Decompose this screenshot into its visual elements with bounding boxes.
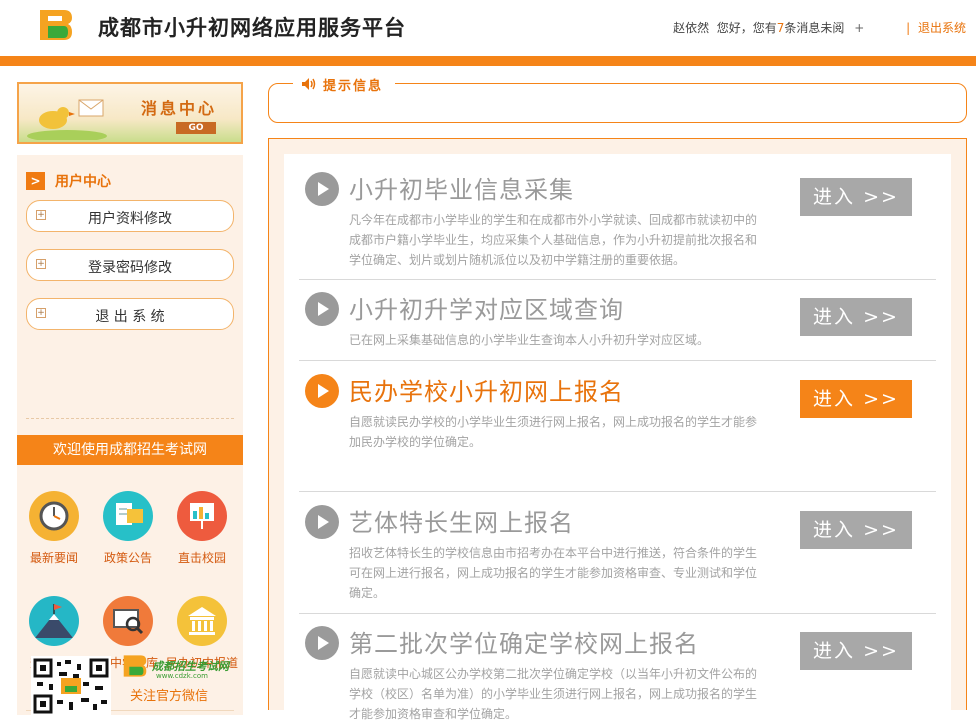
user-name: 赵依然 [673, 21, 710, 35]
play-icon [305, 374, 339, 408]
user-center-header: > 用户中心 [26, 172, 111, 190]
divider [299, 613, 936, 614]
service-item-info-collection: 小升初毕业信息采集 凡今年在成都市小学毕业的学生和在成都市外小学就读、回成都市就… [299, 170, 936, 280]
service-description: 自愿就读中心城区公办学校第二批次学位确定学校（以当年小升初文件公布的学校（校区）… [349, 667, 758, 721]
welcome-banner: 欢迎使用成都招生考试网 [17, 435, 243, 465]
expand-messages-icon[interactable]: + [854, 21, 864, 35]
quick-link-policy[interactable]: 政策公告 [91, 491, 165, 566]
logout-link[interactable]: 退出系统 [918, 21, 966, 35]
main-panel: 小升初毕业信息采集 凡今年在成都市小学毕业的学生和在成都市外小学就读、回成都市就… [268, 138, 967, 721]
brand-logo-icon [123, 655, 147, 677]
quick-link-campus[interactable]: 直击校园 [165, 491, 239, 566]
menu-label: 登录密码修改 [88, 260, 172, 276]
service-title: 小升初升学对应区域查询 [349, 296, 624, 324]
site-title: 成都市小升初网络应用服务平台 [98, 16, 406, 40]
site-logo-icon [40, 10, 72, 40]
brand-logo: 成都招生考试网 www.cdzk.com [122, 654, 229, 682]
separator: | [906, 21, 911, 35]
chevron-right-icon: > [26, 172, 45, 190]
quick-link-label: 最新要闻 [29, 551, 78, 565]
service-title: 小升初毕业信息采集 [349, 176, 574, 204]
play-icon [305, 626, 339, 660]
service-description: 已在网上采集基础信息的小学毕业生查询本人小升初升学对应区域。 [349, 333, 710, 347]
menu-label: 用户资料修改 [88, 211, 172, 227]
enter-button[interactable]: 进入 >> [800, 298, 912, 336]
service-item-second-batch-registration: 第二批次学位确定学校网上报名 自愿就读中心城区公办学校第二批次学位确定学校（以当… [299, 624, 936, 721]
play-icon [305, 505, 339, 539]
notice-header: 提示信息 [293, 75, 396, 94]
service-description: 招收艺体特长生的学校信息由市招考办在本平台中进行推送，符合条件的学生可在网上进行… [349, 546, 758, 600]
notice-box: 提示信息 [268, 75, 967, 123]
enter-button[interactable]: 进入 >> [800, 380, 912, 418]
divider [299, 279, 936, 280]
greeting-prefix: 您好，您有 [716, 21, 777, 35]
greeting-suffix: 条消息未阅 [784, 21, 845, 35]
message-center-banner[interactable]: 消息中心 GO [17, 82, 243, 144]
play-icon [305, 292, 339, 326]
speaker-icon [302, 78, 316, 90]
service-item-district-query: 小升初升学对应区域查询 已在网上采集基础信息的小学毕业生查询本人小升初升学对应区… [299, 290, 936, 362]
message-center-go-button[interactable]: GO [176, 122, 216, 134]
user-area: 赵依然 您好，您有7条消息未阅 + | 退出系统 [673, 19, 966, 36]
quick-link-label: 直击校园 [177, 551, 226, 565]
quick-link-news[interactable]: 最新要闻 [17, 491, 91, 566]
brand-url: www.cdzk.com [156, 672, 208, 680]
presentation-icon [177, 491, 227, 541]
divider [26, 418, 234, 419]
user-center-title: 用户中心 [55, 174, 111, 190]
message-center-title: 消息中心 [141, 99, 218, 118]
header: 成都市小升初网络应用服务平台 赵依然 您好，您有7条消息未阅 + | 退出系统 [0, 0, 976, 56]
monitor-search-icon [103, 596, 153, 646]
enter-button[interactable]: 进入 >> [800, 632, 912, 670]
wechat-qr-code-icon[interactable] [31, 656, 111, 716]
exit-system-button[interactable]: + 退 出 系 统 [26, 298, 234, 330]
notice-title: 提示信息 [323, 78, 384, 94]
service-description: 凡今年在成都市小学毕业的学生和在成都市外小学就读、回成都市就读初中的成都市户籍小… [349, 213, 758, 267]
quick-link-label: 政策公告 [103, 551, 152, 565]
menu-label: 退 出 系 统 [95, 309, 165, 325]
service-item-private-school-registration: 民办学校小升初网上报名 自愿就读民办学校的小学毕业生须进行网上报名，网上成功报名… [299, 372, 936, 492]
header-divider [0, 56, 976, 66]
service-description: 自愿就读民办学校的小学毕业生须进行网上报名，网上成功报名的学生才能参加民办学校的… [349, 415, 758, 449]
play-icon [305, 172, 339, 206]
edit-profile-button[interactable]: + 用户资料修改 [26, 200, 234, 232]
document-icon [103, 491, 153, 541]
change-password-button[interactable]: + 登录密码修改 [26, 249, 234, 281]
service-list: 小升初毕业信息采集 凡今年在成都市小学毕业的学生和在成都市外小学就读、回成都市就… [284, 154, 951, 721]
sidebar: 消息中心 GO > 用户中心 + 用户资料修改 + 登录密码修改 + 退 出 系… [17, 82, 243, 716]
enter-button[interactable]: 进入 >> [800, 511, 912, 549]
service-item-arts-sports-registration: 艺体特长生网上报名 招收艺体特长生的学校信息由市招考办在本平台中进行推送，符合条… [299, 503, 936, 614]
service-title: 民办学校小升初网上报名 [349, 378, 624, 406]
enter-button[interactable]: 进入 >> [800, 178, 912, 216]
service-title: 第二批次学位确定学校网上报名 [349, 630, 699, 658]
building-icon [177, 596, 227, 646]
service-title: 艺体特长生网上报名 [349, 509, 574, 537]
divider [299, 360, 936, 361]
clock-icon [29, 491, 79, 541]
mountain-flag-icon [29, 596, 79, 646]
sidebar-panel: > 用户中心 + 用户资料修改 + 登录密码修改 + 退 出 系 统 欢迎使用成… [17, 155, 243, 715]
follow-wechat-label: 关注官方微信 [130, 689, 209, 704]
bird-envelope-icon [27, 99, 107, 140]
divider [299, 491, 936, 492]
